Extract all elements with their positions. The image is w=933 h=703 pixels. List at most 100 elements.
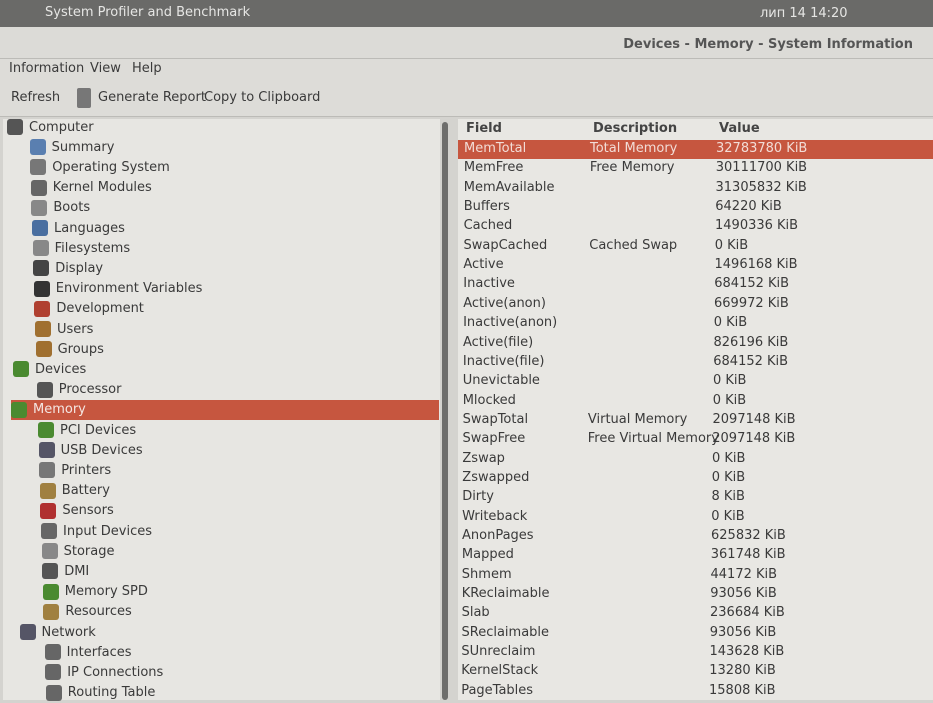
tree-item-ip-connections[interactable]: IP Connections [45,662,163,682]
sidebar-scrollbar[interactable] [442,122,448,700]
cell-description: Free Memory [589,160,675,176]
tree-item-operating-system[interactable]: Operating System [30,157,170,177]
table-row[interactable]: MemTotal Total Memory 32783780 KiB [458,140,933,159]
tree-item-devices[interactable]: Devices [13,359,86,379]
menu-help[interactable]: Help [132,61,162,76]
table-row[interactable]: KernelStack 13280 KiB [458,662,933,681]
table-row[interactable]: Inactive 684152 KiB [458,275,933,294]
table-row[interactable]: Active(anon) 669972 KiB [458,295,933,314]
table-row[interactable]: KReclaimable 93056 KiB [458,585,933,604]
tree-item-processor[interactable]: Processor [36,380,122,400]
tree-item-network[interactable]: Network [19,622,96,642]
tree-item-kernel-modules[interactable]: Kernel Modules [30,178,152,198]
copy-to-clipboard-button[interactable]: Copy to Clipboard [204,90,320,105]
table-row[interactable]: Dirty 8 KiB [458,488,933,507]
table-row[interactable]: Zswap 0 KiB [458,450,933,469]
tree-item-memory[interactable]: Memory [11,399,439,420]
table-row[interactable]: Shmem 44172 KiB [458,566,933,585]
drive-icon [32,240,49,257]
table-row[interactable]: Buffers 64220 KiB [458,198,933,217]
column-header-field[interactable]: Field [466,121,502,136]
terminal-icon [33,280,50,297]
tree-item-label: USB Devices [60,442,143,458]
table-row[interactable]: SReclaimable 93056 KiB [458,624,933,643]
cell-field: Writeback [462,508,528,524]
cell-value: 684152 KiB [714,276,790,292]
tree-item-summary[interactable]: Summary [29,137,114,157]
cell-field: Inactive(file) [462,353,545,369]
clock[interactable]: лип 14 14:20 [760,6,848,21]
table-row[interactable]: Unevictable 0 KiB [458,372,933,391]
column-header-description[interactable]: Description [593,121,677,136]
cell-value: 93056 KiB [710,586,777,602]
cell-field: Shmem [461,566,512,582]
cell-field: SUnreclaim [461,644,536,660]
cell-value: 0 KiB [712,392,747,408]
tree-item-environment-variables[interactable]: Environment Variables [33,279,202,299]
cell-value: 826196 KiB [713,334,789,350]
cell-field: SwapTotal [462,411,529,427]
storage-icon [41,543,58,560]
tree-item-boots[interactable]: Boots [31,198,90,218]
table-row[interactable]: PageTables 15808 KiB [458,682,933,701]
table-row[interactable]: Writeback 0 KiB [458,508,933,527]
table-row[interactable]: Slab 236684 KiB [458,604,933,623]
table-row[interactable]: Zswapped 0 KiB [458,469,933,488]
tree-item-users[interactable]: Users [35,319,93,339]
tree-item-label: Languages [54,220,125,236]
table-row[interactable]: AnonPages 625832 KiB [458,527,933,546]
tree-item-interfaces[interactable]: Interfaces [44,642,132,662]
table-row[interactable]: Cached 1490336 KiB [458,217,933,236]
cell-value: 0 KiB [711,469,746,485]
generate-report-button[interactable]: Generate Report [98,90,206,105]
cell-description: Total Memory [590,141,678,156]
tree-item-input-devices[interactable]: Input Devices [41,521,152,541]
module-icon [30,179,47,196]
table-row[interactable]: SwapCached Cached Swap 0 KiB [458,237,933,256]
cell-value: 8 KiB [711,489,745,505]
table-row[interactable]: Mlocked 0 KiB [458,392,933,411]
tree-item-label: Network [41,624,96,640]
table-row[interactable]: Inactive(anon) 0 KiB [458,314,933,333]
tree-item-battery[interactable]: Battery [39,481,110,501]
tree-item-storage[interactable]: Storage [41,541,114,561]
menu-view[interactable]: View [90,61,121,76]
table-row[interactable]: Inactive(file) 684152 KiB [458,353,933,372]
cell-field: KReclaimable [461,586,550,602]
tree-item-label: Interfaces [66,644,132,660]
tree-item-languages[interactable]: Languages [32,218,125,238]
table-row[interactable]: SwapTotal Virtual Memory 2097148 KiB [458,411,933,430]
tree-item-development[interactable]: Development [34,299,144,319]
tree-item-sensors[interactable]: Sensors [40,501,114,521]
menu-information[interactable]: Information [9,61,84,76]
table-row[interactable]: MemFree Free Memory 30111700 KiB [458,159,933,178]
tree-item-usb-devices[interactable]: USB Devices [38,440,143,460]
tree-item-label: Devices [35,361,87,377]
tree-item-resources[interactable]: Resources [43,602,132,622]
table-row[interactable]: SwapFree Free Virtual Memory 2097148 KiB [458,430,933,449]
tree-item-computer[interactable]: Computer [7,117,94,137]
table-row[interactable]: MemAvailable 31305832 KiB [458,179,933,198]
table-row[interactable]: Active(file) 826196 KiB [458,334,933,353]
tree-item-label: Processor [58,382,122,398]
cell-field: Unevictable [462,373,540,389]
tree-item-memory-spd[interactable]: Memory SPD [42,582,148,602]
tree-item-display[interactable]: Display [33,258,103,278]
column-header-value[interactable]: Value [719,121,760,136]
tree-item-filesystems[interactable]: Filesystems [32,238,130,258]
table-row[interactable]: SUnreclaim 143628 KiB [458,643,933,662]
cell-field: MemTotal [464,141,527,156]
app-title[interactable]: System Profiler and Benchmark [45,5,250,20]
memory-icon [11,401,27,418]
tree-item-groups[interactable]: Groups [35,339,104,359]
table-row[interactable]: Active 1496168 KiB [458,256,933,275]
tree-item-dmi[interactable]: DMI [42,561,89,581]
cell-field: AnonPages [462,528,534,543]
tree-item-pci-devices[interactable]: PCI Devices [38,420,136,440]
cell-field: Zswap [462,450,505,466]
table-row[interactable]: Mapped 361748 KiB [458,546,933,565]
window-title: Devices - Memory - System Information [623,37,913,52]
keyboard-icon [41,523,57,539]
refresh-button[interactable]: Refresh [11,90,60,105]
tree-item-printers[interactable]: Printers [39,460,111,480]
